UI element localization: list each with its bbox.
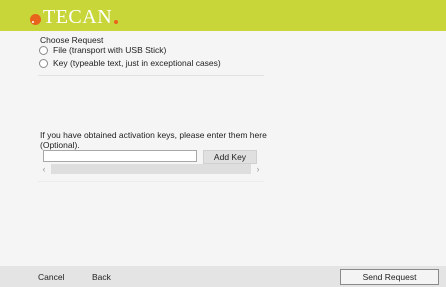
radio-button[interactable] xyxy=(39,45,48,55)
logo-dot-icon xyxy=(30,14,41,25)
radio-option-label: File (transport with USB Stick) xyxy=(53,45,167,55)
divider xyxy=(38,181,264,182)
scroll-track[interactable] xyxy=(51,164,251,174)
horizontal-scrollbar[interactable]: ‹ › xyxy=(39,164,263,174)
scroll-left-icon[interactable]: ‹ xyxy=(39,164,49,174)
cancel-button[interactable]: Cancel xyxy=(38,270,64,284)
back-button[interactable]: Back xyxy=(92,270,111,284)
radio-option-label: Key (typeable text, just in exceptional … xyxy=(53,58,221,68)
activation-key-input[interactable] xyxy=(43,150,197,162)
header-bar: TECAN xyxy=(0,0,446,31)
logo-text: TECAN xyxy=(43,6,113,28)
divider xyxy=(38,75,264,76)
add-key-button[interactable]: Add Key xyxy=(203,150,257,164)
choose-request-title: Choose Request xyxy=(40,35,104,45)
radio-option-file[interactable]: File (transport with USB Stick) xyxy=(39,45,166,55)
footer-bar: Cancel Back Send Request xyxy=(0,266,446,287)
tecan-logo: TECAN xyxy=(30,6,119,28)
logo-accent-dot-icon xyxy=(114,20,119,24)
scroll-right-icon[interactable]: › xyxy=(253,164,263,174)
activation-info-text: If you have obtained activation keys, pl… xyxy=(40,130,267,150)
radio-button[interactable] xyxy=(39,58,48,68)
send-request-button[interactable]: Send Request xyxy=(340,269,439,285)
radio-option-key[interactable]: Key (typeable text, just in exceptional … xyxy=(39,58,221,68)
